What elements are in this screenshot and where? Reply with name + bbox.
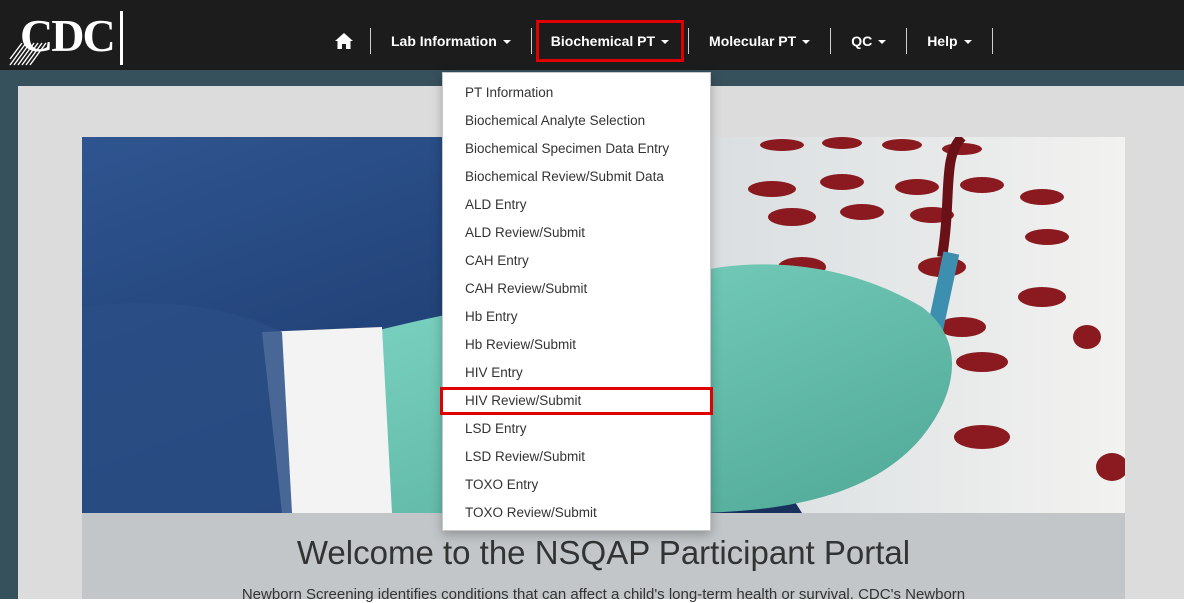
menu-item-lsd-review-submit[interactable]: LSD Review/Submit — [443, 443, 710, 471]
menu-item-biochemical-specimen-data-entry[interactable]: Biochemical Specimen Data Entry — [443, 135, 710, 163]
menu-item-biochemical-analyte-selection[interactable]: Biochemical Analyte Selection — [443, 107, 710, 135]
nav-qc[interactable]: QC — [831, 20, 906, 62]
nav-label: Help — [927, 33, 958, 49]
caret-down-icon — [802, 40, 811, 44]
home-button[interactable] — [330, 29, 358, 53]
nav-molecular-pt[interactable]: Molecular PT — [689, 20, 830, 62]
caret-down-icon — [661, 40, 670, 44]
biochemical-pt-dropdown: PT Information Biochemical Analyte Selec… — [440, 72, 713, 531]
top-navbar: CDC Lab Information Biochemical PT Molec… — [0, 0, 1184, 70]
nav-lab-information[interactable]: Lab Information — [371, 20, 531, 62]
nav-biochemical-pt[interactable]: Biochemical PT — [535, 20, 685, 62]
caret-down-icon — [878, 40, 887, 44]
nav-label: Lab Information — [391, 33, 497, 49]
welcome-subtitle: Newborn Screening identifies conditions … — [241, 586, 966, 603]
cdc-logo[interactable]: CDC — [8, 9, 132, 67]
nav-divider — [991, 28, 993, 54]
menu-item-hb-entry[interactable]: Hb Entry — [443, 303, 710, 331]
main-nav: Lab Information Biochemical PT Molecular… — [330, 20, 993, 62]
menu-item-cah-review-submit[interactable]: CAH Review/Submit — [443, 275, 710, 303]
menu-item-pt-information[interactable]: PT Information — [443, 79, 710, 107]
menu-item-biochemical-review-submit-data[interactable]: Biochemical Review/Submit Data — [443, 163, 710, 191]
logo-text: CDC — [20, 10, 116, 61]
nav-help[interactable]: Help — [907, 20, 991, 62]
menu-item-cah-entry[interactable]: CAH Entry — [443, 247, 710, 275]
menu-item-hb-review-submit[interactable]: Hb Review/Submit — [443, 331, 710, 359]
menu-item-hiv-entry[interactable]: HIV Entry — [443, 359, 710, 387]
nav-label: Molecular PT — [709, 33, 797, 49]
nav-divider — [530, 28, 532, 54]
menu-item-ald-review-submit[interactable]: ALD Review/Submit — [443, 219, 710, 247]
caret-down-icon — [963, 40, 972, 44]
menu-item-toxo-review-submit[interactable]: TOXO Review/Submit — [443, 499, 710, 527]
menu-item-ald-entry[interactable]: ALD Entry — [443, 191, 710, 219]
menu-item-hiv-review-submit[interactable]: HIV Review/Submit — [440, 387, 713, 415]
nav-label: QC — [851, 33, 873, 49]
welcome-title: Welcome to the NSQAP Participant Portal — [296, 534, 911, 571]
home-icon — [335, 33, 353, 49]
caret-down-icon — [502, 40, 511, 44]
menu-item-lsd-entry[interactable]: LSD Entry — [443, 415, 710, 443]
menu-item-toxo-entry[interactable]: TOXO Entry — [443, 471, 710, 499]
nav-label: Biochemical PT — [550, 33, 656, 49]
